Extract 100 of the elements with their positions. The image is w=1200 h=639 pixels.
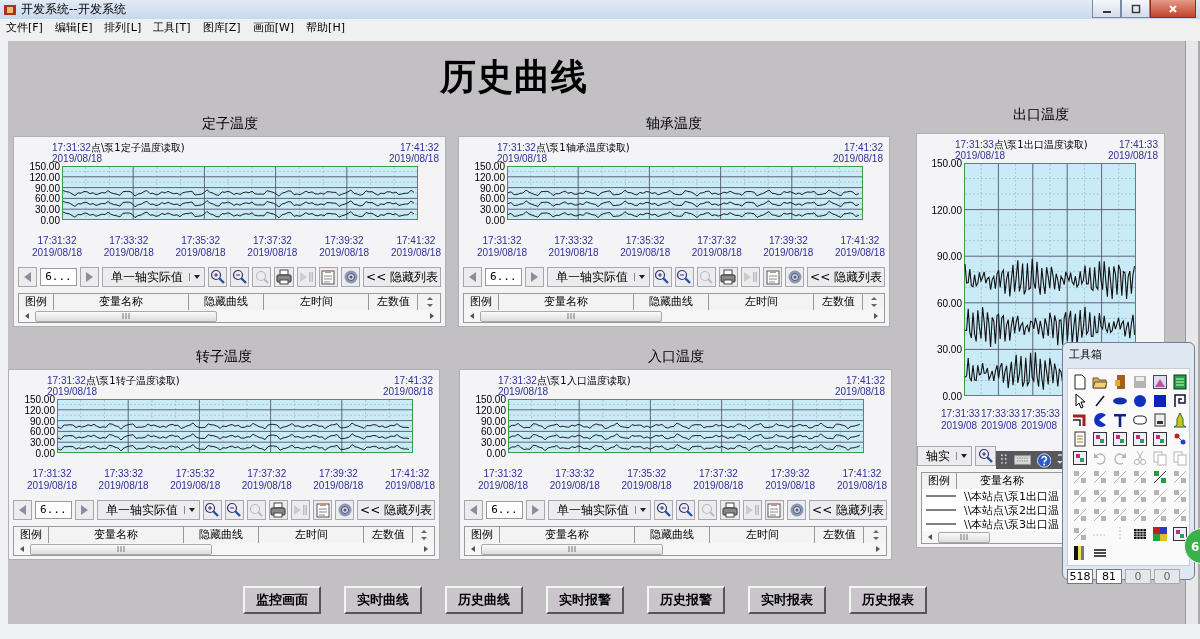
spin-arrows-icon[interactable]: [420, 529, 428, 541]
horizontal-scrollbar[interactable]: [19, 310, 440, 322]
zoom-out-button[interactable]: [224, 500, 244, 520]
help-icon[interactable]: [1036, 452, 1052, 468]
scrollbar-thumb[interactable]: [480, 310, 662, 322]
text-tool-icon[interactable]: [1112, 411, 1128, 428]
keyboard-icon[interactable]: [1013, 455, 1031, 465]
nav-button[interactable]: 历史报警: [647, 586, 725, 614]
print-button[interactable]: [274, 267, 294, 287]
page-field[interactable]: 6...: [485, 268, 522, 286]
previous-button[interactable]: [13, 500, 33, 520]
hide-list-button[interactable]: << 隐藏列表: [363, 267, 442, 287]
hook-icon[interactable]: [1172, 392, 1188, 409]
nav-button[interactable]: 实时报警: [546, 586, 624, 614]
scrollbar-thumb[interactable]: [481, 543, 663, 555]
settings-button[interactable]: [786, 500, 807, 520]
previous-button[interactable]: [464, 500, 484, 520]
horizontal-scrollbar[interactable]: [465, 543, 886, 555]
previous-button[interactable]: [463, 267, 483, 287]
zoom-in-button[interactable]: [652, 267, 672, 287]
page-icon[interactable]: [1072, 373, 1088, 390]
tile-icon[interactable]: [1132, 430, 1148, 447]
next-button[interactable]: [524, 267, 544, 287]
horizontal-scrollbar[interactable]: [464, 310, 884, 322]
tile-icon[interactable]: [1172, 525, 1188, 542]
coordinate-field[interactable]: 81: [1096, 569, 1122, 584]
page-field[interactable]: 6...: [486, 501, 523, 519]
zoom-in-button[interactable]: [654, 500, 674, 520]
page-field[interactable]: 6...: [40, 268, 77, 286]
door-icon[interactable]: [1112, 373, 1128, 390]
printer-icon: [270, 502, 287, 518]
next-button[interactable]: [525, 500, 545, 520]
menu-item[interactable]: 排列[L]: [104, 19, 142, 35]
panel-icon[interactable]: [1172, 373, 1188, 390]
pie-icon[interactable]: [1092, 411, 1108, 428]
page-field[interactable]: 6...: [35, 501, 72, 519]
rocket-icon[interactable]: [1172, 411, 1188, 428]
coordinate-field[interactable]: 518: [1067, 569, 1093, 584]
caret-icon: [956, 452, 968, 460]
settings-button[interactable]: [340, 267, 361, 287]
spin-arrows-icon[interactable]: [426, 296, 434, 308]
menu-item[interactable]: 编辑[E]: [54, 19, 93, 35]
square-icon[interactable]: [1152, 392, 1168, 409]
tile-icon[interactable]: [1152, 430, 1168, 447]
print-button[interactable]: [718, 267, 738, 287]
spin-arrows-icon[interactable]: [872, 529, 880, 541]
start-date: 2019/08/18: [497, 153, 548, 164]
menu-item[interactable]: 图库[Z]: [202, 19, 241, 35]
horizontal-scrollbar[interactable]: [14, 543, 434, 555]
nav-button[interactable]: 历史曲线: [445, 586, 523, 614]
zoom-out-button[interactable]: [230, 267, 250, 287]
print-button[interactable]: [268, 500, 288, 520]
tile-icon[interactable]: [1112, 430, 1128, 447]
maximize-button[interactable]: [1121, 0, 1150, 18]
next-button[interactable]: [79, 267, 99, 287]
spin-arrows-icon[interactable]: [870, 296, 878, 308]
tile-icon[interactable]: [1072, 449, 1088, 466]
axis-mode-dropdown[interactable]: 单一轴实际值: [546, 267, 650, 287]
axis-mode-dropdown[interactable]: 轴实: [917, 446, 972, 466]
scrollbar-thumb[interactable]: [35, 310, 217, 322]
cursor-icon[interactable]: [1072, 392, 1088, 409]
nav-button[interactable]: 监控画面: [243, 586, 321, 614]
align-icon[interactable]: [1152, 468, 1168, 485]
menu-item[interactable]: 帮助[H]: [306, 19, 345, 35]
close-button[interactable]: [1150, 0, 1196, 18]
nav-button[interactable]: 实时曲线: [344, 586, 422, 614]
hide-list-button[interactable]: << 隐藏列表: [357, 500, 436, 520]
settings-button[interactable]: [335, 500, 355, 520]
export-button[interactable]: [312, 500, 333, 520]
picture-frame-icon[interactable]: [1152, 373, 1168, 390]
axis-mode-dropdown[interactable]: 单一轴实际值: [548, 500, 651, 520]
zoom-in-button[interactable]: [208, 267, 228, 287]
hide-list-button[interactable]: << 隐藏列表: [807, 267, 886, 287]
tile-icon[interactable]: [1092, 430, 1108, 447]
zoom-in-button[interactable]: [202, 500, 222, 520]
hide-list-button[interactable]: << 隐藏列表: [809, 500, 888, 520]
axis-mode-dropdown[interactable]: 单一轴实际值: [96, 500, 200, 520]
nav-button[interactable]: 历史报表: [849, 586, 927, 614]
menu-item[interactable]: 画面[W]: [252, 19, 295, 35]
palette-icon[interactable]: [1152, 525, 1168, 542]
scrollbar-thumb[interactable]: [938, 531, 990, 543]
previous-button[interactable]: [18, 267, 38, 287]
settings-button[interactable]: [785, 267, 805, 287]
device-icon[interactable]: [1152, 411, 1168, 428]
zoom-in-button[interactable]: [975, 446, 996, 466]
grip-icon[interactable]: [1000, 453, 1008, 467]
scrollbar-thumb[interactable]: [30, 543, 212, 555]
circle-icon[interactable]: [1132, 392, 1148, 409]
print-button[interactable]: [720, 500, 740, 520]
export-button[interactable]: [318, 267, 338, 287]
zoom-out-button[interactable]: [674, 267, 694, 287]
export-button[interactable]: [762, 267, 783, 287]
next-button[interactable]: [74, 500, 94, 520]
menu-item[interactable]: 文件[F]: [6, 19, 43, 35]
nav-button[interactable]: 实时报表: [748, 586, 826, 614]
axis-mode-dropdown[interactable]: 单一轴实际值: [102, 267, 205, 287]
export-button[interactable]: [764, 500, 784, 520]
zoom-out-button[interactable]: [676, 500, 696, 520]
minimize-button[interactable]: [1092, 0, 1121, 18]
menu-item[interactable]: 工具[T]: [153, 19, 191, 35]
